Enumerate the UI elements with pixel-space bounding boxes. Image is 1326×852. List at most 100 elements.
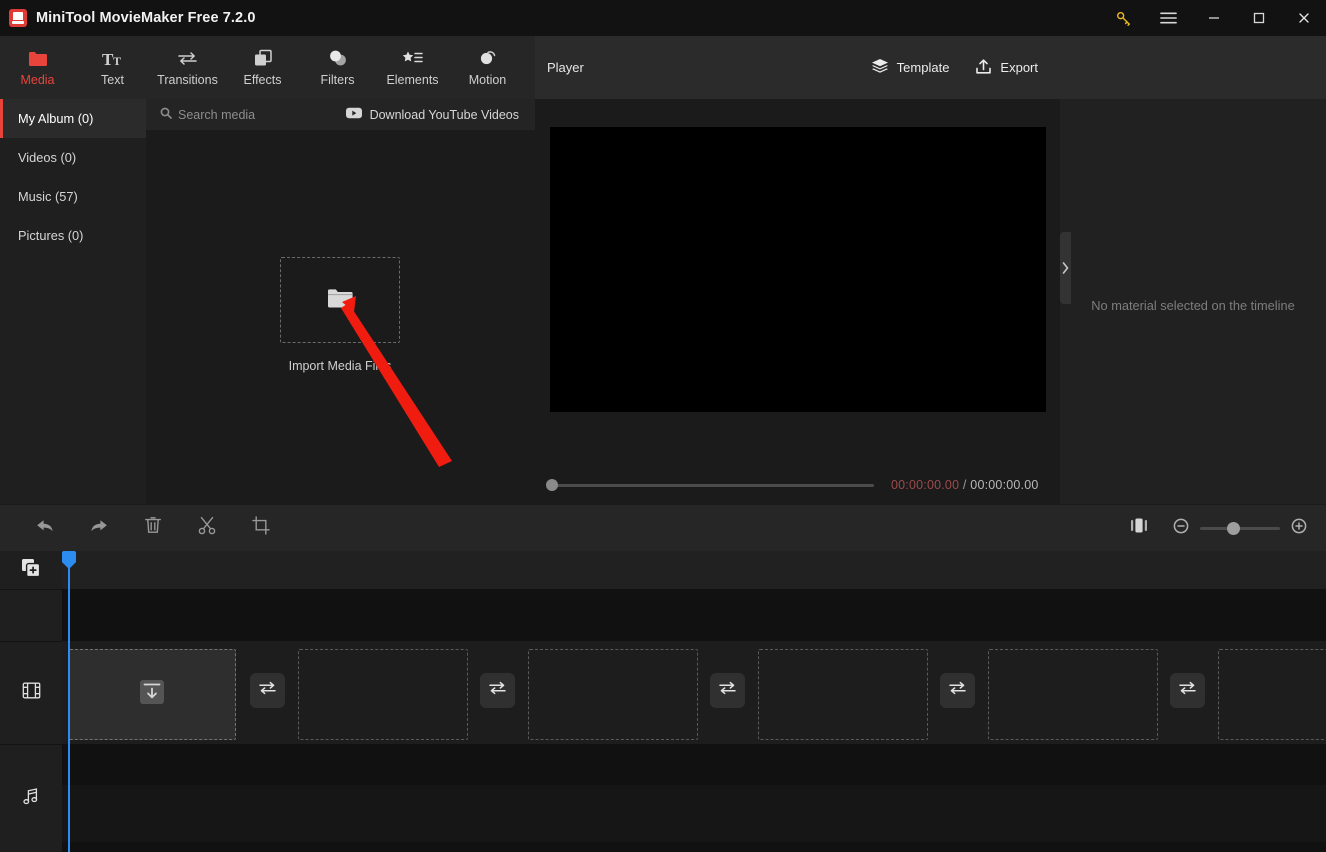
close-icon[interactable]: [1281, 0, 1326, 36]
time-separator: /: [962, 478, 967, 492]
total-time: 00:00:00.00: [970, 478, 1039, 492]
trash-icon: [144, 516, 162, 540]
chevron-right-icon[interactable]: [1060, 232, 1071, 304]
tab-motion[interactable]: Motion: [450, 36, 525, 99]
player-header: Player Template Export: [535, 36, 1060, 99]
transition-button-4[interactable]: [1170, 673, 1205, 708]
tab-media[interactable]: Media: [0, 36, 75, 99]
clip-slot-0[interactable]: [68, 649, 236, 740]
zoom-out-button[interactable]: [1168, 505, 1194, 551]
timeline-ruler[interactable]: [62, 551, 1326, 589]
timeline-audio-track[interactable]: [62, 744, 1326, 852]
tab-transitions[interactable]: Transitions: [150, 36, 225, 99]
window-controls: [1101, 0, 1326, 36]
video-preview[interactable]: [550, 127, 1046, 412]
main-toolbar: Media T T Text Transitions Effects Filte…: [0, 36, 535, 99]
download-youtube-label: Download YouTube Videos: [369, 107, 519, 122]
tab-elements[interactable]: Elements: [375, 36, 450, 99]
export-label: Export: [1000, 60, 1038, 75]
clip-slot-3[interactable]: [758, 649, 928, 740]
music-note-icon: [22, 787, 41, 811]
tab-text-label: Text: [101, 73, 124, 87]
audio-subtrack[interactable]: [62, 785, 1326, 842]
property-panel-header: [1060, 36, 1326, 99]
track-header-video[interactable]: [0, 641, 62, 744]
export-icon: [975, 58, 992, 78]
progress-knob[interactable]: [546, 479, 558, 491]
zoom-in-button[interactable]: [1286, 505, 1312, 551]
menu-icon[interactable]: [1146, 0, 1191, 36]
media-content-panel: Search media Download YouTube Videos Imp…: [146, 99, 535, 504]
undo-icon: [35, 517, 55, 540]
template-button[interactable]: Template: [871, 58, 949, 77]
clip-slot-4[interactable]: [988, 649, 1158, 740]
export-button[interactable]: Export: [975, 58, 1038, 78]
elements-icon: [402, 48, 424, 68]
track-header-audio[interactable]: [0, 744, 62, 852]
timeline-video-track[interactable]: [62, 641, 1326, 744]
window-title: MiniTool MovieMaker Free 7.2.0: [36, 10, 256, 26]
motion-icon: [478, 48, 498, 68]
crop-button[interactable]: [234, 505, 288, 551]
timeline-text-track[interactable]: [62, 589, 1326, 641]
tab-text[interactable]: T T Text: [75, 36, 150, 99]
zoom-in-icon: [1291, 518, 1307, 539]
import-media-dropzone[interactable]: [280, 257, 400, 343]
media-top-bar: Search media Download YouTube Videos: [146, 99, 535, 131]
transition-icon: [948, 680, 967, 701]
search-placeholder-text: Search media: [178, 107, 256, 122]
transition-button-1[interactable]: [480, 673, 515, 708]
media-category-sidebar: My Album (0) Videos (0) Music (57) Pictu…: [0, 99, 146, 504]
transition-button-2[interactable]: [710, 673, 745, 708]
timeline: [0, 551, 1326, 852]
sidebar-item-my-album[interactable]: My Album (0): [0, 99, 146, 138]
redo-button[interactable]: [72, 505, 126, 551]
clip-slot-1[interactable]: [298, 649, 468, 740]
split-button[interactable]: [180, 505, 234, 551]
timeline-toolbar: [0, 505, 1326, 551]
search-input[interactable]: Search media: [160, 106, 255, 124]
film-icon: [22, 681, 41, 705]
tab-effects[interactable]: Effects: [225, 36, 300, 99]
clip-slot-2[interactable]: [528, 649, 698, 740]
tab-transitions-label: Transitions: [157, 73, 218, 87]
maximize-icon[interactable]: [1236, 0, 1281, 36]
transition-button-0[interactable]: [250, 673, 285, 708]
text-icon: T T: [102, 48, 124, 68]
tab-effects-label: Effects: [243, 73, 282, 87]
download-youtube-button[interactable]: Download YouTube Videos: [345, 107, 519, 122]
sidebar-item-videos[interactable]: Videos (0): [0, 138, 146, 177]
undo-button[interactable]: [18, 505, 72, 551]
clip-slot-5[interactable]: [1218, 649, 1326, 740]
youtube-icon: [345, 107, 362, 122]
sidebar-item-pictures[interactable]: Pictures (0): [0, 216, 146, 255]
key-icon[interactable]: [1101, 0, 1146, 36]
redo-icon: [89, 517, 109, 540]
sidebar-item-music[interactable]: Music (57): [0, 177, 146, 216]
player-progress-row: 00:00:00.00 / 00:00:00.00: [546, 470, 1049, 500]
time-readout: 00:00:00.00 / 00:00:00.00: [891, 478, 1039, 492]
fit-to-screen-button[interactable]: [1126, 505, 1152, 551]
timeline-zoom-slider[interactable]: [1200, 521, 1280, 535]
fit-to-screen-icon: [1130, 518, 1148, 538]
playback-progress-slider[interactable]: [546, 479, 874, 491]
tab-elements-label: Elements: [386, 73, 439, 87]
transition-icon: [1178, 680, 1197, 701]
search-icon: [160, 106, 172, 124]
delete-button[interactable]: [126, 505, 180, 551]
player-panel: Player Template Export 00:00:00.00 / 00:…: [535, 36, 1060, 530]
tab-media-label: Media: [20, 73, 55, 87]
timeline-zoom-controls: [1126, 505, 1312, 551]
zoom-knob[interactable]: [1227, 521, 1240, 535]
transition-icon: [718, 680, 737, 701]
scissors-icon: [198, 516, 216, 540]
add-media-button[interactable]: [0, 551, 62, 589]
current-time: 00:00:00.00: [891, 478, 960, 492]
transition-icon: [258, 680, 277, 701]
import-clip-icon: [139, 679, 165, 710]
minimize-icon[interactable]: [1191, 0, 1236, 36]
track-header-text[interactable]: [0, 589, 62, 641]
transition-button-3[interactable]: [940, 673, 975, 708]
player-title: Player: [547, 60, 584, 75]
tab-filters[interactable]: Filters: [300, 36, 375, 99]
